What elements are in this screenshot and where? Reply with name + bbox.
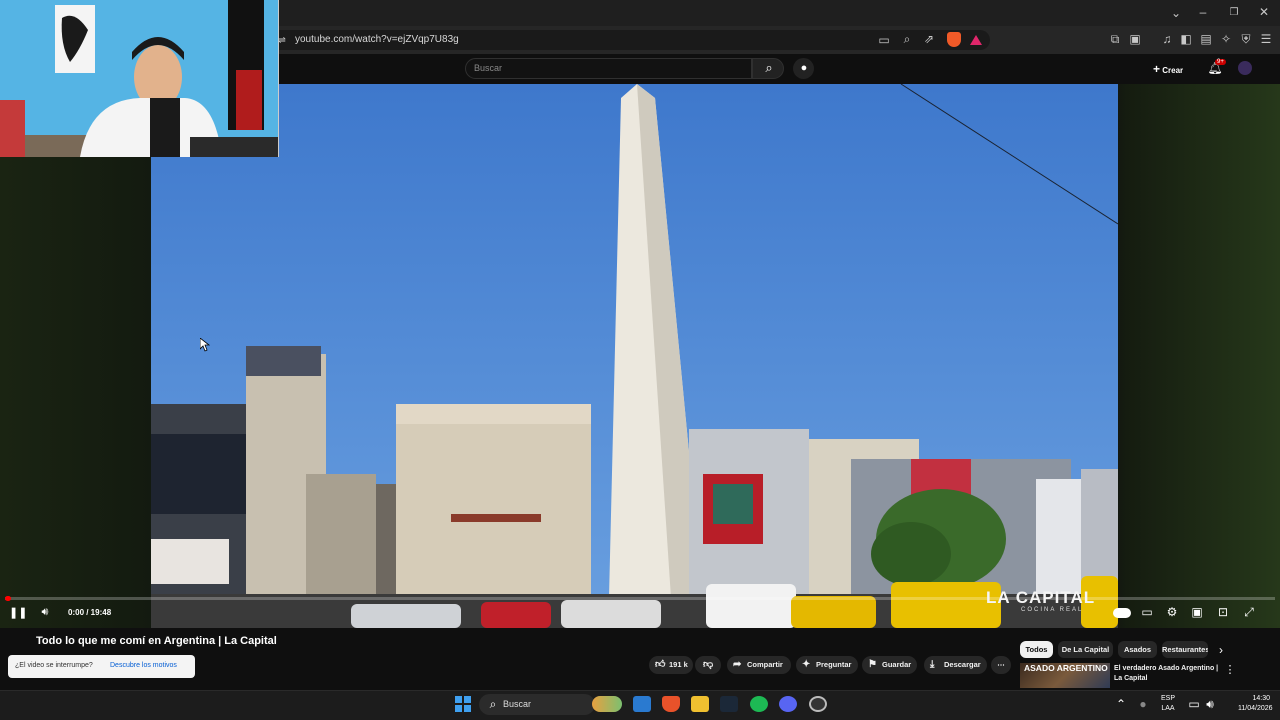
webcam-overlay: [0, 0, 279, 157]
more-actions-button[interactable]: ⋯: [991, 656, 1011, 674]
chip-de-la-capital[interactable]: De La Capital: [1058, 641, 1113, 658]
plus-icon: +: [1153, 62, 1161, 76]
tray-chevron-up-icon[interactable]: ⌃: [1113, 697, 1129, 711]
search-icon: ⌕: [765, 60, 773, 75]
menu-icon[interactable]: ☰: [1258, 32, 1274, 46]
spotify-app-icon[interactable]: [750, 696, 768, 712]
folder-app-icon[interactable]: [691, 696, 709, 712]
chevron-down-icon[interactable]: ⌄: [1168, 6, 1184, 20]
channel-watermark-sub: COCINA REAL: [1021, 607, 1084, 613]
discord-app-icon[interactable]: [779, 696, 797, 712]
leo-ai-icon[interactable]: ✧: [1218, 32, 1234, 46]
obs-app-icon[interactable]: [809, 696, 827, 712]
brave-app-icon[interactable]: [662, 696, 680, 712]
minimize-icon[interactable]: –: [1195, 5, 1211, 19]
language-top[interactable]: ESP: [1158, 694, 1178, 704]
recommendation-title[interactable]: El verdadero Asado Argentino | La Capita…: [1114, 664, 1222, 684]
share-page-icon[interactable]: ⇗: [921, 32, 937, 46]
channel-watermark: LA CAPITAL: [986, 588, 1096, 607]
sparkle-icon: ✦: [802, 659, 811, 670]
pause-icon[interactable]: ❚❚: [9, 606, 27, 620]
thumbs-up-icon: 👍︎: [655, 659, 666, 670]
chip-asados[interactable]: Asados: [1118, 641, 1157, 658]
extensions-icon[interactable]: ⧉: [1107, 32, 1123, 46]
miniplayer-icon[interactable]: ▣: [1189, 605, 1205, 619]
taskbar-search-label: Buscar: [503, 699, 532, 709]
autoplay-toggle[interactable]: [1113, 608, 1131, 618]
download-button[interactable]: ⤓ Descargar: [924, 656, 987, 674]
video-frame[interactable]: [151, 84, 1118, 628]
thumbs-down-icon: 👎︎: [703, 659, 714, 670]
cast-icon[interactable]: ⊡: [1215, 605, 1231, 619]
settings-gear-icon[interactable]: ⚙: [1164, 605, 1180, 619]
chevron-right-icon[interactable]: ›: [1213, 643, 1229, 657]
tray-microphone-icon[interactable]: ●: [1135, 697, 1151, 711]
vpn-icon[interactable]: ⛨: [1238, 32, 1254, 46]
language-bottom[interactable]: LAA: [1158, 704, 1178, 714]
chip-restaurantes[interactable]: Restaurantes: [1162, 641, 1208, 658]
microphone-icon: ●: [800, 62, 808, 74]
ask-label: Preguntar: [816, 660, 852, 669]
mouse-cursor: [200, 338, 210, 352]
webcam-feed: [0, 0, 278, 157]
download-label: Descargar: [944, 660, 981, 669]
brave-shield-icon[interactable]: [947, 32, 961, 47]
cast-page-icon[interactable]: ▭: [876, 33, 892, 47]
voice-search-button[interactable]: ●: [793, 58, 814, 79]
interrupt-question: ¿El video se interrumpe?: [15, 662, 93, 669]
create-button[interactable]: + Crear: [1153, 60, 1195, 78]
taskbar-time[interactable]: 14:30: [1238, 694, 1270, 704]
chip-todos[interactable]: Todos: [1020, 641, 1053, 658]
interrupt-link[interactable]: Descubre los motivos: [110, 662, 177, 669]
taskbar-date[interactable]: 11/04/2026: [1238, 704, 1273, 714]
zoom-icon[interactable]: ⌕: [899, 32, 915, 46]
notification-badge: 9+: [1215, 59, 1226, 65]
time-display: 0:00 / 19:48: [68, 608, 112, 617]
steam-app-icon[interactable]: [720, 696, 738, 712]
wallet-icon[interactable]: ▤: [1198, 32, 1214, 46]
windows-start-icon[interactable]: [455, 696, 471, 712]
progress-scrubber[interactable]: [5, 596, 11, 601]
search-placeholder: Buscar: [474, 63, 503, 73]
fullscreen-icon[interactable]: ⤢: [1241, 605, 1257, 619]
like-count: 191 k: [669, 660, 688, 669]
url-text[interactable]: youtube.com/watch?v=ejZVqp7U83g: [295, 34, 459, 45]
save-button[interactable]: ⚑ Guardar: [862, 656, 917, 674]
more-dots-icon: ⋯: [997, 660, 1005, 669]
brave-rewards-icon[interactable]: [970, 35, 982, 45]
media-controls-icon[interactable]: ♫: [1159, 32, 1175, 46]
search-highlight-icon: [592, 696, 622, 712]
file-explorer-app-icon[interactable]: [633, 696, 651, 712]
share-label: Compartir: [747, 660, 783, 669]
speaker-icon[interactable]: 🔊︎: [1202, 697, 1218, 711]
volume-icon[interactable]: 🔊︎: [37, 605, 53, 619]
share-arrow-icon: ➦: [733, 659, 742, 670]
recommendation-thumb-text: ASADO ARGENTINO: [1024, 663, 1108, 673]
recommendation-menu-icon[interactable]: ⋮: [1222, 663, 1238, 677]
save-label: Guardar: [882, 660, 912, 669]
search-button[interactable]: ⌕: [752, 58, 784, 79]
tab-search-icon[interactable]: ▣: [1127, 32, 1143, 46]
share-button[interactable]: ➦ Compartir: [727, 656, 791, 674]
subtitles-icon[interactable]: ▭: [1139, 605, 1155, 619]
dislike-button[interactable]: 👎︎: [695, 656, 721, 674]
search-input[interactable]: [465, 58, 752, 79]
restore-icon[interactable]: ❐: [1226, 6, 1242, 20]
taskbar-search-icon: ⌕: [489, 697, 497, 711]
video-scene: [151, 84, 1118, 628]
network-icon[interactable]: ▭: [1186, 697, 1202, 711]
avatar[interactable]: [1238, 61, 1252, 75]
bookmark-icon: ⚑: [868, 659, 877, 670]
video-title: Todo lo que me comí en Argentina | La Ca…: [36, 635, 277, 647]
download-icon: ⤓: [930, 659, 935, 670]
create-label: Crear: [1162, 66, 1184, 75]
close-icon[interactable]: ✕: [1256, 5, 1272, 19]
ask-button[interactable]: ✦ Preguntar: [796, 656, 858, 674]
like-button[interactable]: 👍︎ 191 k: [649, 656, 693, 674]
sidebar-icon[interactable]: ◧: [1178, 32, 1194, 46]
